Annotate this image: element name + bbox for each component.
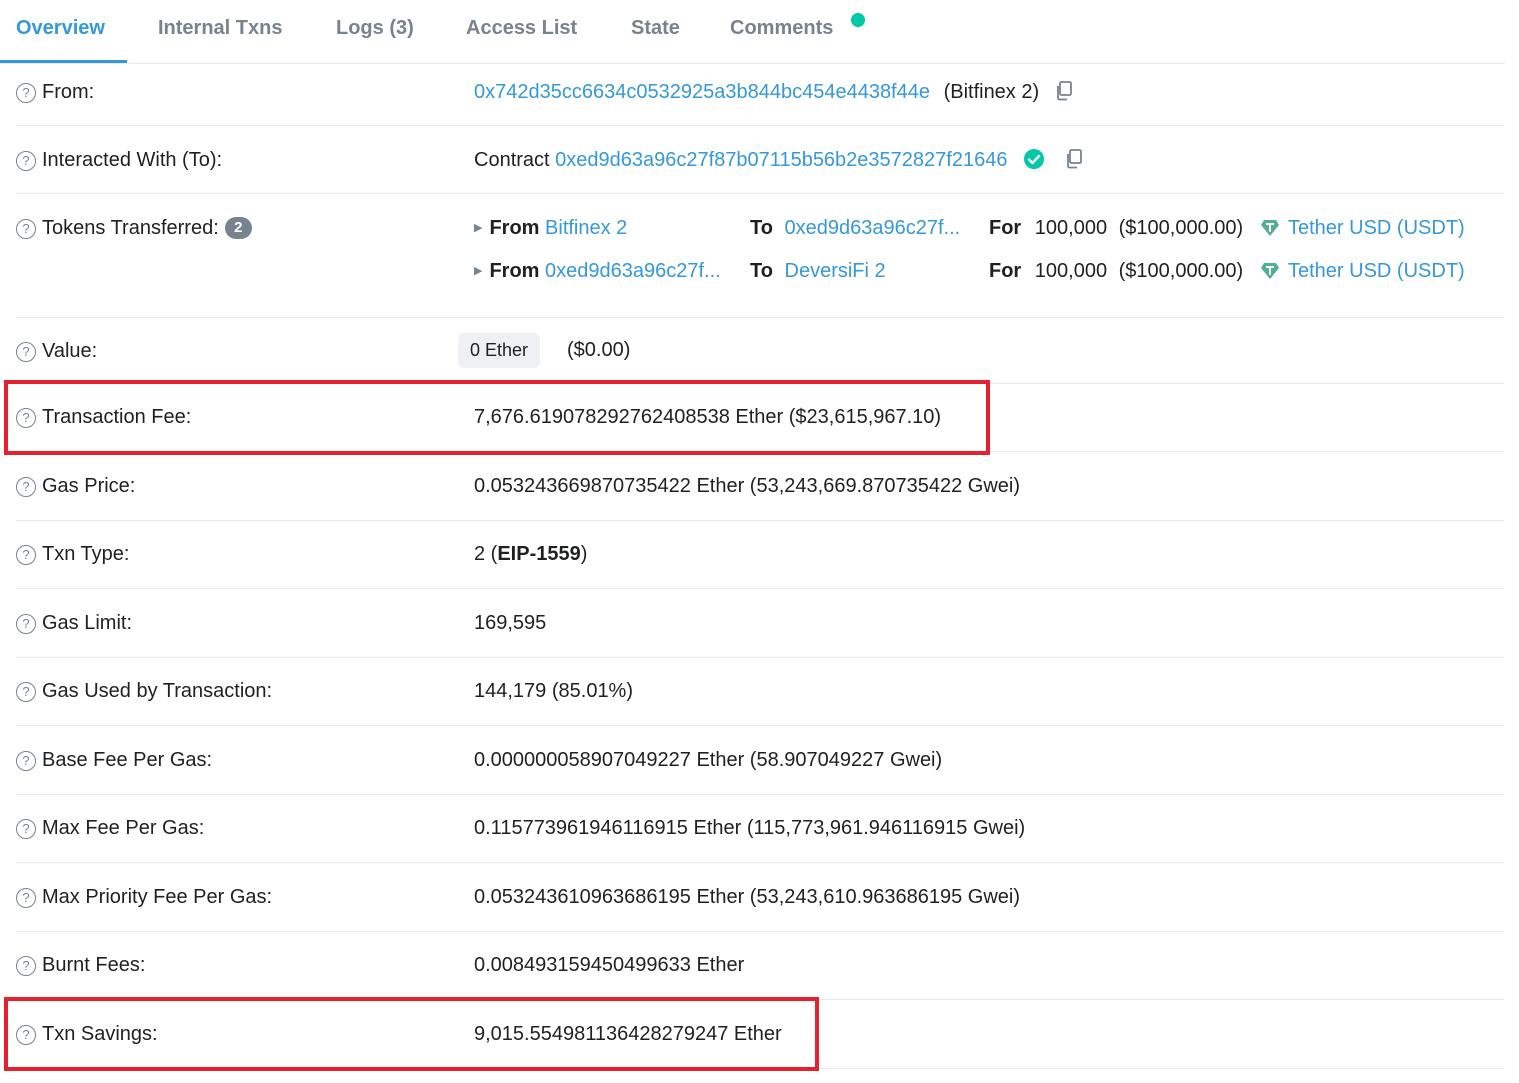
from-address-link[interactable]: 0x742d35cc6634c0532925a3b844bc454e4438f4… — [474, 81, 930, 103]
max-fee-label: ? Max Fee Per Gas: — [16, 816, 204, 840]
tokens-transferred-row: ? Tokens Transferred: 2 ▶ From Bitfinex 2 T… — [16, 194, 1504, 318]
gas-price-row: ? Gas Price: 0.053243669870735422 Ether (… — [16, 452, 1504, 521]
transfer-2-token-link[interactable]: Tether USD (USDT) — [1288, 260, 1465, 282]
token-transfer-1-token: Tether USD (USDT) — [1260, 215, 1465, 241]
transfer-1-token-link[interactable]: Tether USD (USDT) — [1288, 217, 1465, 239]
token-transfer-2-to: To DeversiFi 2 — [750, 260, 886, 282]
gas-price-value: 0.053243669870735422 Ether (53,243,669.8… — [474, 475, 1021, 497]
from-row: ? From: 0x742d35cc6634c0532925a3b844bc454… — [16, 63, 1504, 126]
tether-icon — [1260, 261, 1280, 287]
gas-used-label: ? Gas Used by Transaction: — [16, 679, 272, 703]
burnt-fees-row: ? Burnt Fees: 0.008493159450499633 Ether — [16, 932, 1504, 1000]
value-row: ? Value: — [16, 318, 1504, 384]
question-icon[interactable]: ? — [16, 956, 36, 976]
gas-limit-row: ? Gas Limit: 169,595 — [16, 589, 1504, 658]
txn-type-row: ? Txn Type: 2 (EIP-1559) — [16, 521, 1504, 589]
question-icon[interactable]: ? — [16, 342, 36, 362]
token-transfer-1-amount: For 100,000 ($100,000.00) — [989, 217, 1244, 239]
tab-bar: Overview Internal Txns Logs (3) Access L… — [0, 0, 1505, 64]
tab-access-list[interactable]: Access List — [466, 0, 577, 60]
tab-logs[interactable]: Logs (3) — [336, 0, 414, 60]
token-transfer-1-to: To 0xed9d63a96c27f... — [750, 217, 961, 239]
interacted-with-value: Contract 0xed9d63a96c27f87b07115b56b2e35… — [474, 147, 1083, 173]
from-label: ? From: — [16, 80, 94, 104]
question-icon[interactable]: ? — [16, 751, 36, 771]
burnt-fees-label: ? Burnt Fees: — [16, 953, 145, 977]
transfer-1-to-link[interactable]: 0xed9d63a96c27f... — [785, 217, 961, 239]
value-amount-pill: 0 Ether — [458, 333, 541, 368]
gas-limit-value: 169,595 — [474, 612, 547, 634]
gas-used-value: 144,179 (85.01%) — [474, 680, 634, 702]
tether-icon — [1260, 218, 1280, 244]
tab-state[interactable]: State — [631, 0, 680, 60]
transfer-2-to-link[interactable]: DeversiFi 2 — [785, 260, 886, 282]
token-transfer-1-from: ▶ From Bitfinex 2 — [474, 217, 628, 239]
question-icon[interactable]: ? — [16, 888, 36, 908]
token-transfer-2-amount: For 100,000 ($100,000.00) — [989, 260, 1244, 282]
txn-type-value: 2 (EIP-1559) — [474, 543, 588, 565]
max-priority-fee-label: ? Max Priority Fee Per Gas: — [16, 885, 272, 909]
value-label: ? Value: — [16, 339, 97, 363]
question-icon[interactable]: ? — [16, 219, 36, 239]
question-icon[interactable]: ? — [16, 151, 36, 171]
contract-prefix: Contract — [474, 149, 550, 171]
token-transfer-2-token: Tether USD (USDT) — [1260, 258, 1465, 284]
question-icon[interactable]: ? — [16, 614, 36, 634]
tab-overview[interactable]: Overview — [16, 0, 105, 60]
question-icon[interactable]: ? — [16, 682, 36, 702]
tab-comments[interactable]: Comments — [730, 0, 833, 60]
verified-check-icon — [1023, 148, 1045, 177]
transaction-fee-highlight — [4, 380, 990, 455]
gas-used-row: ? Gas Used by Transaction: 144,179 (85.01… — [16, 658, 1504, 726]
from-name: (Bitfinex 2) — [943, 81, 1040, 103]
transfer-1-from-link[interactable]: Bitfinex 2 — [545, 217, 627, 239]
transfer-2-from-link[interactable]: 0xed9d63a96c27f... — [545, 260, 721, 282]
base-fee-label: ? Base Fee Per Gas: — [16, 748, 212, 772]
contract-address-link[interactable]: 0xed9d63a96c27f87b07115b56b2e3572827f216… — [555, 149, 1007, 171]
max-priority-fee-row: ? Max Priority Fee Per Gas: 0.05324361096… — [16, 863, 1504, 932]
gas-price-label: ? Gas Price: — [16, 474, 135, 498]
interacted-with-label: ? Interacted With (To): — [16, 148, 222, 172]
burnt-fees-value: 0.008493159450499633 Ether — [474, 954, 745, 976]
base-fee-value: 0.000000058907049227 Ether (58.907049227… — [474, 749, 943, 771]
copy-icon[interactable] — [1055, 81, 1073, 108]
txn-type-label: ? Txn Type: — [16, 542, 129, 566]
tokens-count-badge: 2 — [224, 217, 252, 239]
token-transfer-2-from: ▶ From 0xed9d63a96c27f... — [474, 260, 721, 282]
caret-right-icon: ▶ — [474, 265, 483, 277]
txn-savings-highlight — [4, 997, 819, 1071]
question-icon[interactable]: ? — [16, 477, 36, 497]
max-priority-fee-value: 0.053243610963686195 Ether (53,243,610.9… — [474, 886, 1021, 908]
value-usd: ($0.00) — [567, 339, 631, 361]
copy-icon[interactable] — [1065, 149, 1083, 176]
new-comments-indicator — [851, 13, 865, 27]
max-fee-row: ? Max Fee Per Gas: 0.115773961946116915 E… — [16, 795, 1504, 863]
interacted-with-row: ? Interacted With (To): Contract 0xed9d63… — [16, 126, 1504, 194]
base-fee-row: ? Base Fee Per Gas: 0.000000058907049227 … — [16, 726, 1504, 795]
caret-right-icon: ▶ — [474, 222, 483, 234]
tokens-transferred-label: ? Tokens Transferred: 2 — [16, 216, 252, 240]
question-icon[interactable]: ? — [16, 83, 36, 103]
max-fee-value: 0.115773961946116915 Ether (115,773,961.… — [474, 817, 1026, 839]
from-value: 0x742d35cc6634c0532925a3b844bc454e4438f4… — [474, 79, 1073, 105]
question-icon[interactable]: ? — [16, 819, 36, 839]
question-icon[interactable]: ? — [16, 545, 36, 565]
gas-limit-label: ? Gas Limit: — [16, 611, 132, 635]
tab-internal-txns[interactable]: Internal Txns — [158, 0, 282, 60]
